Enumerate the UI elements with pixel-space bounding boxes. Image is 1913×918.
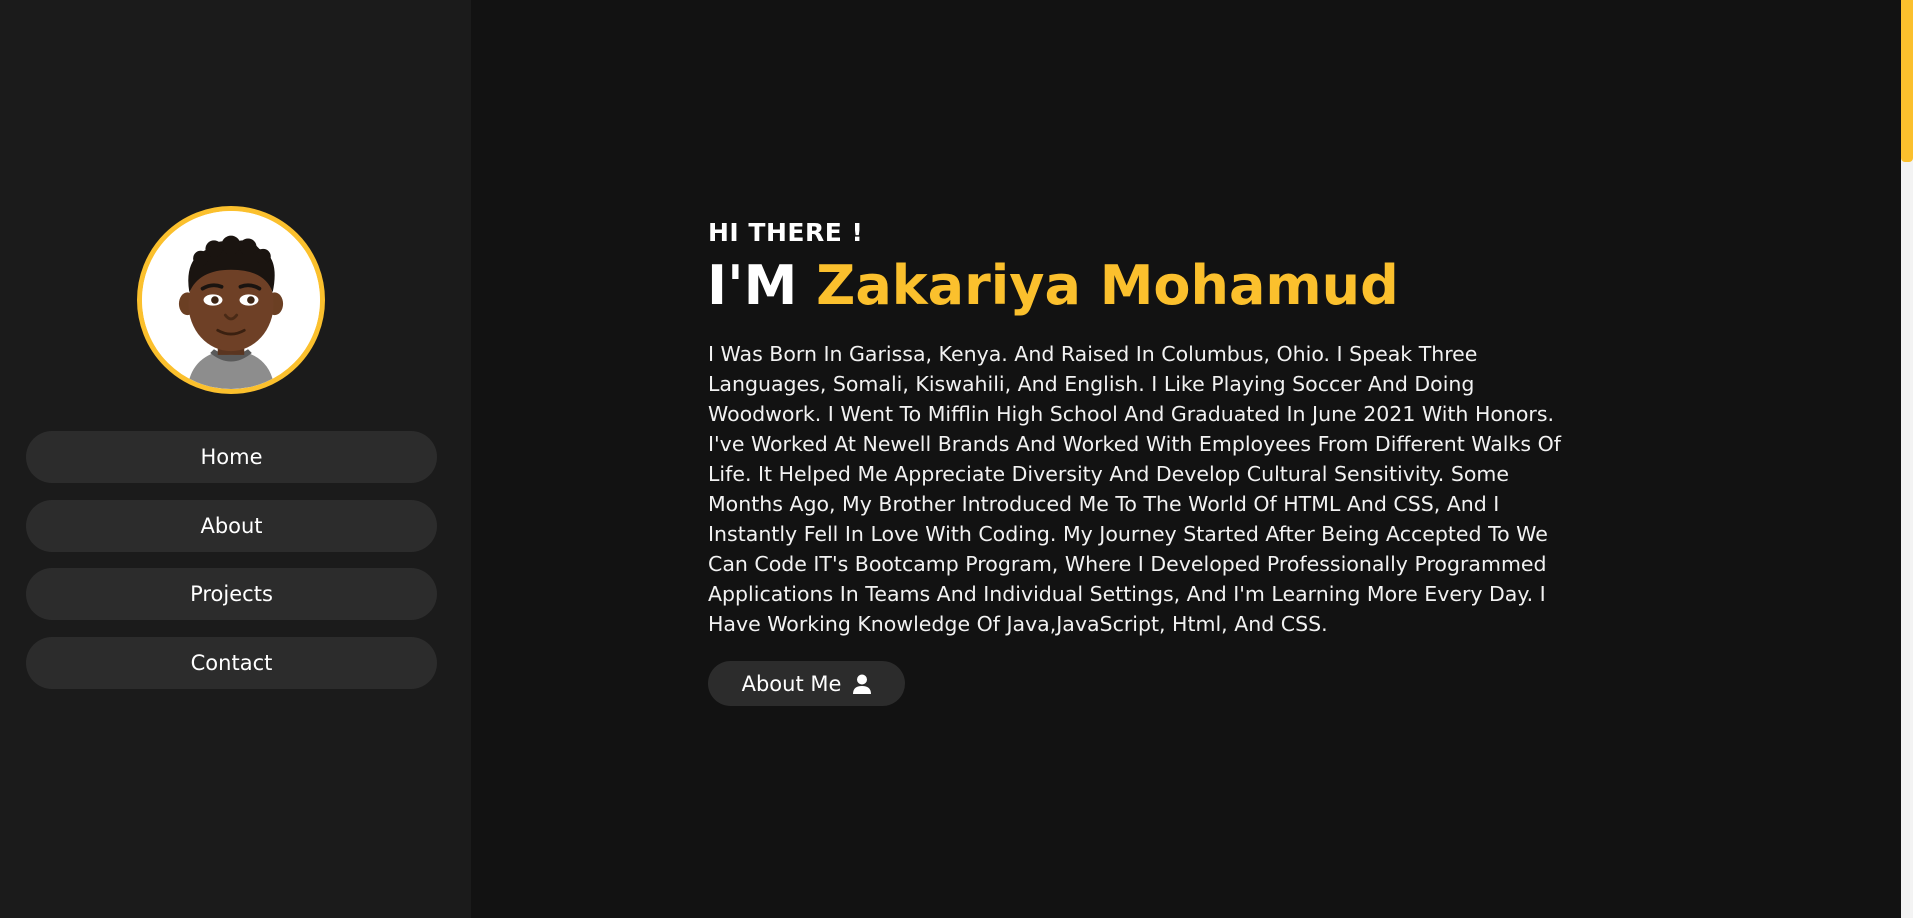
nav-projects-button[interactable]: Projects	[26, 568, 437, 620]
sidebar: Home About Projects Contact	[0, 0, 471, 918]
user-icon	[853, 674, 872, 694]
title-name: Zakariya Mohamud	[816, 254, 1399, 317]
title-prefix: I'M	[707, 254, 817, 317]
main-content: HI THERE ! I'M Zakariya Mohamud I Was Bo…	[471, 0, 1913, 918]
page-scrollbar[interactable]	[1901, 0, 1913, 918]
nav-contact-button[interactable]: Contact	[26, 636, 437, 689]
person-avatar-icon	[142, 211, 320, 389]
nav-home-button[interactable]: Home	[26, 431, 437, 483]
bio-paragraph: I Was Born In Garissa, Kenya. And Raised…	[708, 342, 1561, 636]
scrollbar-thumb[interactable]	[1901, 0, 1913, 162]
about-me-label: About Me	[741, 671, 842, 696]
greeting-heading: HI THERE !	[708, 218, 864, 247]
sidebar-nav: Home About Projects Contact	[26, 431, 437, 705]
nav-about-button[interactable]: About	[26, 499, 437, 552]
about-me-button[interactable]: About Me	[708, 661, 905, 706]
page-title: I'M Zakariya Mohamud	[707, 254, 1399, 317]
avatar	[137, 206, 325, 394]
